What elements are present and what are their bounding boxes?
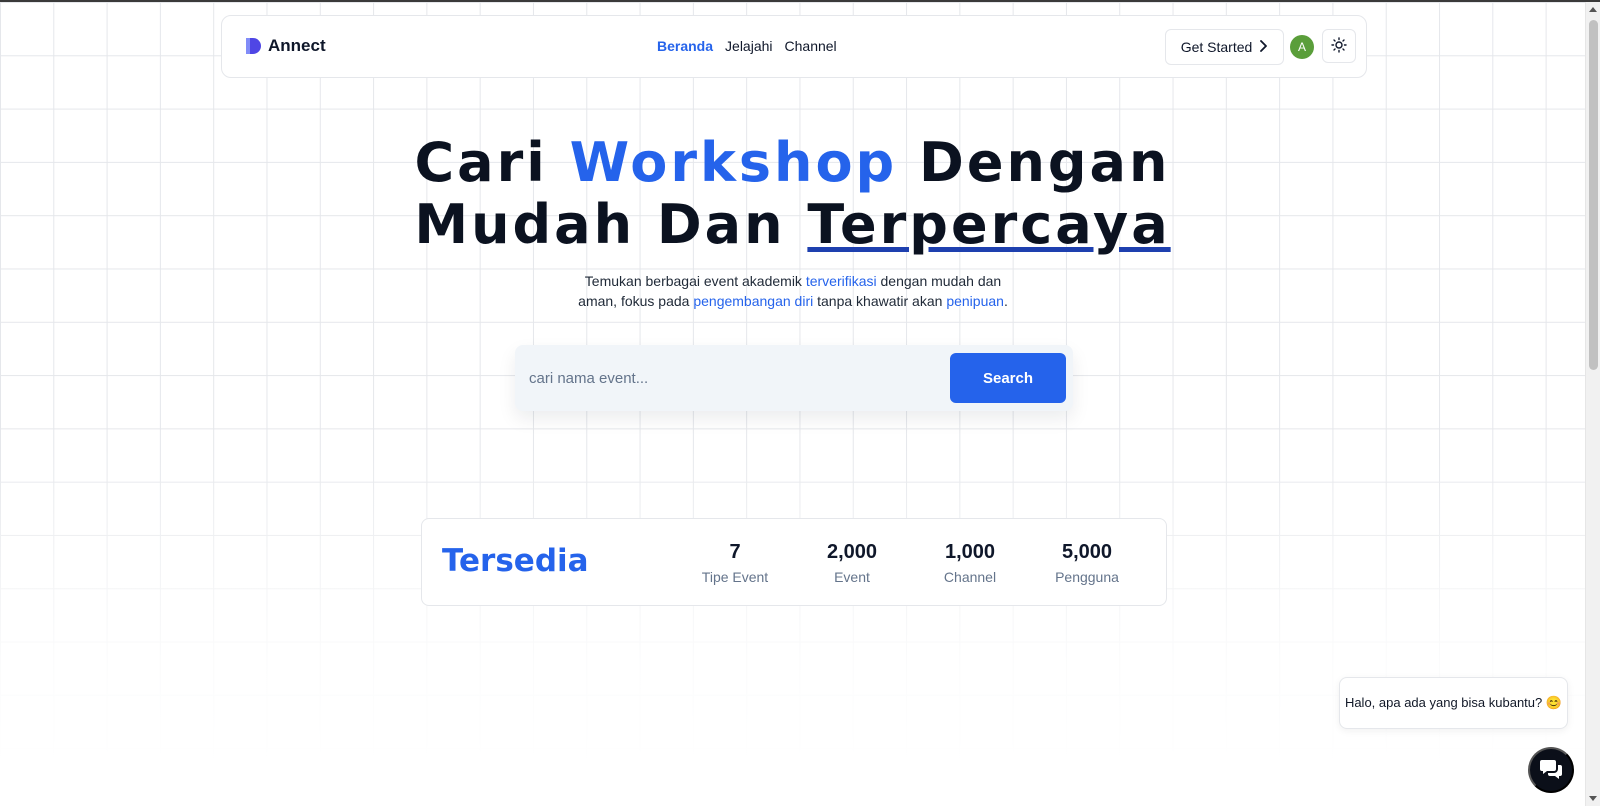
nav-links: Beranda Jelajahi Channel	[657, 38, 837, 54]
scrollbar-thumb[interactable]	[1589, 20, 1598, 370]
stat-label: Pengguna	[1055, 569, 1119, 585]
chat-button[interactable]	[1528, 747, 1574, 793]
brand-name: Annect	[268, 36, 326, 55]
stat-item: 5,000 Pengguna	[1037, 541, 1137, 585]
search-input[interactable]	[529, 363, 929, 393]
brand[interactable]: Annect	[244, 36, 326, 56]
hero-title-line2: Mudah Dan	[414, 193, 786, 256]
subtitle-text-3: tanpa khawatir akan	[817, 293, 943, 309]
search-box: Search	[515, 345, 1073, 411]
scroll-down-arrow-icon[interactable]	[1589, 796, 1597, 801]
navbar: Annect Beranda Jelajahi Channel Get Star…	[221, 15, 1367, 78]
stats-card: Tersedia 7 Tipe Event 2,000 Event 1,000 …	[421, 518, 1167, 606]
nav-link-channel[interactable]: Channel	[785, 38, 837, 54]
hero-title-part2: Dengan	[919, 131, 1171, 194]
stat-label: Event	[834, 569, 870, 585]
stat-value: 2,000	[826, 541, 878, 563]
avatar[interactable]: A	[1290, 35, 1314, 59]
subtitle-highlight-3: penipuan	[946, 293, 1004, 309]
hero-title-part1: Cari	[414, 131, 548, 194]
stat-label: Channel	[943, 569, 997, 585]
chevron-right-icon	[1258, 39, 1268, 55]
nav-link-jelajahi[interactable]: Jelajahi	[725, 38, 772, 54]
stat-item: 1,000 Channel	[920, 541, 1020, 585]
theme-toggle-button[interactable]	[1322, 29, 1356, 63]
chat-icon	[1539, 758, 1563, 783]
hero-title-highlight: Workshop	[569, 131, 898, 194]
scroll-up-arrow-icon[interactable]	[1589, 7, 1597, 12]
nav-link-beranda[interactable]: Beranda	[657, 38, 713, 54]
stats-title: Tersedia	[442, 543, 589, 579]
hero-title-underlined: Terpercaya	[807, 193, 1171, 256]
stat-item: 7 Tipe Event	[685, 541, 785, 585]
stat-value: 5,000	[1061, 541, 1113, 563]
search-button[interactable]: Search	[950, 353, 1066, 403]
brand-logo-icon	[244, 36, 262, 56]
hero-subtitle: Temukan berbagai event akademik terverif…	[573, 271, 1013, 311]
subtitle-highlight-2: pengembangan diri	[693, 293, 814, 309]
subtitle-highlight-1: terverifikasi	[805, 273, 877, 289]
stat-item: 2,000 Event	[802, 541, 902, 585]
subtitle-text-1: Temukan berbagai event akademik	[584, 273, 802, 289]
chat-greeting-bubble[interactable]: Halo, apa ada yang bisa kubantu? 😊	[1339, 677, 1568, 729]
stat-value: 1,000	[944, 541, 996, 563]
get-started-label: Get Started	[1180, 39, 1253, 55]
stat-value: 7	[729, 541, 741, 563]
sun-icon	[1331, 36, 1347, 56]
hero-title: Cari Workshop Dengan Mudah Dan Terpercay…	[0, 132, 1585, 256]
scrollbar[interactable]	[1585, 2, 1600, 806]
get-started-button[interactable]: Get Started	[1165, 29, 1284, 65]
stat-label: Tipe Event	[701, 569, 769, 585]
subtitle-text-4: .	[1003, 293, 1008, 309]
